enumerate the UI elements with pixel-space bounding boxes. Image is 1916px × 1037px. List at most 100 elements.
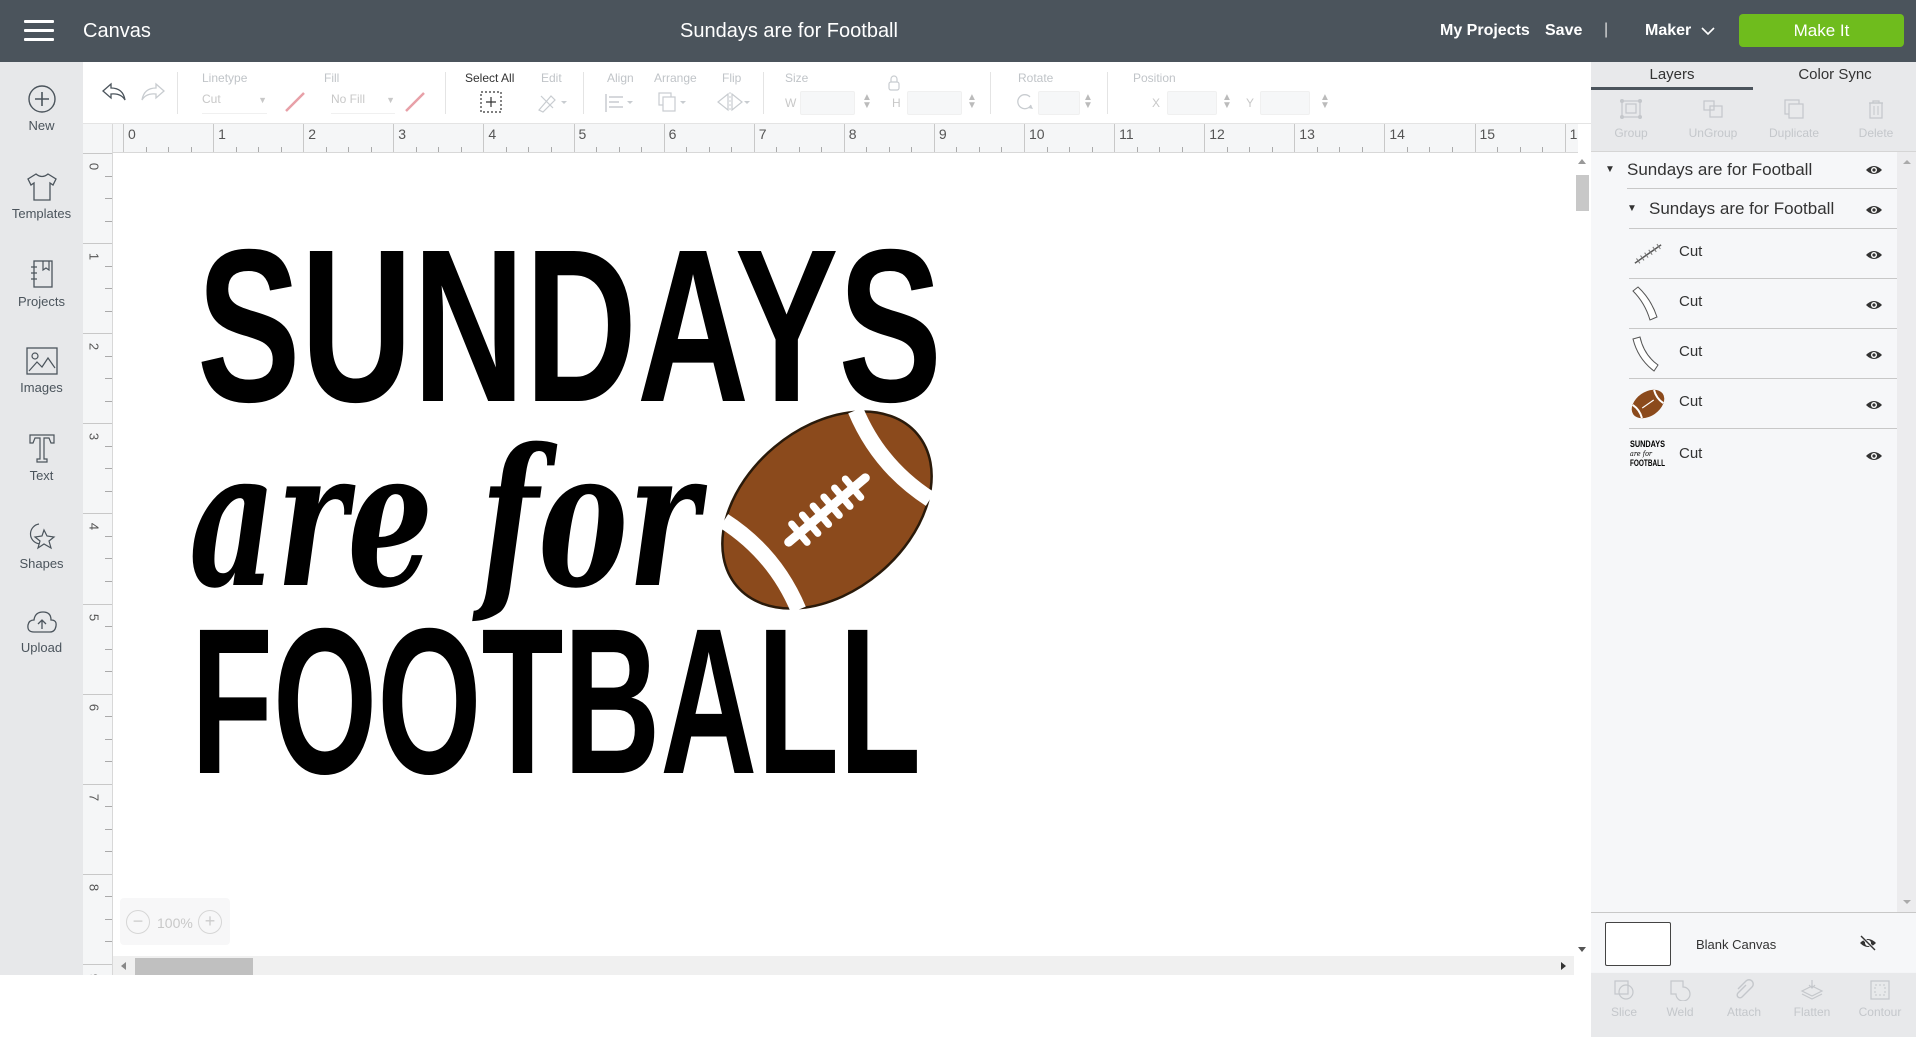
eye-icon[interactable] <box>1865 204 1883 216</box>
rotate-stepper[interactable]: ▲ ▼ <box>1083 93 1093 111</box>
canvas-horizontal-scrollbar[interactable] <box>113 956 1574 975</box>
scroll-down-icon[interactable] <box>1903 900 1911 904</box>
blank-canvas-swatch[interactable] <box>1605 922 1671 966</box>
ruler-label: 14 <box>1389 126 1405 142</box>
sidebar-item-templates[interactable]: Templates <box>0 172 83 221</box>
panel-tabs: Layers Color Sync <box>1591 62 1916 90</box>
blank-canvas-row[interactable]: Blank Canvas <box>1591 912 1916 972</box>
lock-icon[interactable] <box>887 74 901 92</box>
zoom-out-button[interactable]: − <box>126 910 150 934</box>
ruler-label: 9 <box>938 126 947 142</box>
select-all-icon[interactable] <box>479 90 503 114</box>
arrange-icon[interactable] <box>656 90 690 114</box>
layer-item[interactable]: Cut <box>1591 379 1897 429</box>
undo-icon[interactable] <box>101 82 127 102</box>
width-stepper[interactable]: ▲ ▼ <box>862 93 872 111</box>
ruler-label: 6 <box>668 126 677 142</box>
design-text-football[interactable]: FOOTBALL <box>191 586 921 818</box>
zoom-in-button[interactable]: + <box>198 910 222 934</box>
group-button[interactable]: Group <box>1591 90 1671 140</box>
sidebar-item-projects[interactable]: Projects <box>0 258 83 309</box>
sidebar-item-shapes[interactable]: Shapes <box>0 520 83 571</box>
ruler-label: 15 <box>1479 126 1496 142</box>
height-input[interactable] <box>907 91 962 115</box>
make-it-button[interactable]: Make It <box>1739 14 1904 47</box>
y-input[interactable] <box>1260 91 1310 115</box>
ruler-minor-tick <box>105 288 112 290</box>
design-canvas[interactable]: SUNDAYS are for FOOTBALL <box>113 153 1578 956</box>
width-input[interactable] <box>800 91 855 115</box>
rotate-icon[interactable] <box>1016 92 1034 112</box>
layer-group[interactable]: ▼ Sundays are for Football <box>1591 152 1897 189</box>
scroll-right-icon[interactable] <box>1561 962 1566 970</box>
scrollbar-thumb[interactable] <box>1576 175 1589 211</box>
fill-color-swatch[interactable] <box>403 90 427 114</box>
linetype-select[interactable]: Cut ▼ <box>202 92 267 114</box>
scroll-down-icon[interactable] <box>1578 947 1586 952</box>
eye-icon[interactable] <box>1865 249 1883 261</box>
canvas-vertical-scrollbar[interactable] <box>1574 153 1591 956</box>
fill-select[interactable]: No Fill ▼ <box>331 92 395 114</box>
expand-triangle-icon[interactable]: ▼ <box>1627 203 1637 214</box>
document-title[interactable]: Sundays are for Football <box>0 20 1578 43</box>
ruler-major-tick <box>83 333 112 335</box>
flatten-button[interactable]: Flatten <box>1779 973 1845 1019</box>
align-icon[interactable] <box>603 92 637 114</box>
expand-triangle-icon[interactable]: ▼ <box>1605 164 1615 175</box>
rotate-input[interactable] <box>1038 91 1080 115</box>
tab-color-sync[interactable]: Color Sync <box>1754 62 1916 90</box>
y-letter: Y <box>1246 96 1255 110</box>
x-stepper[interactable]: ▲ ▼ <box>1222 93 1232 111</box>
notebook-icon <box>30 260 53 288</box>
layer-item[interactable]: Cut <box>1591 229 1897 279</box>
x-input[interactable] <box>1167 91 1217 115</box>
ruler-minor-tick <box>105 355 112 357</box>
layer-item[interactable]: Cut <box>1591 279 1897 329</box>
ungroup-button[interactable]: UnGroup <box>1673 90 1753 140</box>
scroll-left-icon[interactable] <box>121 962 126 970</box>
layer-item[interactable]: Cut <box>1591 329 1897 379</box>
flip-icon[interactable] <box>714 90 750 114</box>
design-artwork[interactable]: SUNDAYS are for FOOTBALL <box>113 153 1578 956</box>
ruler-major-tick <box>83 693 112 695</box>
layers-scrollbar[interactable] <box>1897 152 1916 912</box>
sidebar-item-new[interactable]: New <box>0 84 83 133</box>
duplicate-button[interactable]: Duplicate <box>1754 90 1834 140</box>
scroll-up-icon[interactable] <box>1903 160 1911 164</box>
linetype-color-swatch[interactable] <box>283 90 307 114</box>
machine-selector[interactable]: Maker <box>1645 22 1715 40</box>
eye-icon[interactable] <box>1865 399 1883 411</box>
eye-icon[interactable] <box>1865 164 1883 176</box>
ruler-major-tick <box>483 124 485 152</box>
scroll-up-icon[interactable] <box>1578 159 1586 164</box>
eye-icon[interactable] <box>1865 450 1883 462</box>
edit-icon[interactable] <box>535 90 569 114</box>
eye-hidden-icon[interactable] <box>1858 935 1878 951</box>
my-projects-link[interactable]: My Projects <box>1440 22 1530 40</box>
sidebar-item-text[interactable]: Text <box>0 432 83 483</box>
layer-actions: Group UnGroup Duplicate Delete <box>1591 90 1916 152</box>
tab-layers[interactable]: Layers <box>1591 62 1753 90</box>
sidebar-item-upload[interactable]: Upload <box>0 608 83 655</box>
sidebar-item-images[interactable]: Images <box>0 346 83 395</box>
ruler-major-tick <box>83 513 112 515</box>
ruler-label: 4 <box>86 523 102 531</box>
layer-item[interactable]: SUNDAYS are for FOOTBALL Cut <box>1591 429 1897 481</box>
contour-button[interactable]: Contour <box>1847 973 1913 1019</box>
scrollbar-thumb[interactable] <box>135 958 253 975</box>
eye-icon[interactable] <box>1865 349 1883 361</box>
ruler-major-tick <box>1384 124 1386 152</box>
eye-icon[interactable] <box>1865 299 1883 311</box>
attach-button[interactable]: Attach <box>1711 973 1777 1019</box>
weld-button[interactable]: Weld <box>1647 973 1713 1019</box>
slice-icon <box>1614 980 1634 1000</box>
ruler-label: 3 <box>86 433 102 441</box>
save-link[interactable]: Save <box>1545 22 1582 40</box>
ruler-label: 2 <box>86 343 102 351</box>
layer-subgroup[interactable]: ▼ Sundays are for Football <box>1591 189 1897 229</box>
height-stepper[interactable]: ▲ ▼ <box>967 93 977 111</box>
action-label: Slice <box>1610 1005 1637 1019</box>
delete-button[interactable]: Delete <box>1836 90 1916 140</box>
y-stepper[interactable]: ▲ ▼ <box>1320 93 1330 111</box>
redo-icon[interactable] <box>140 82 166 102</box>
